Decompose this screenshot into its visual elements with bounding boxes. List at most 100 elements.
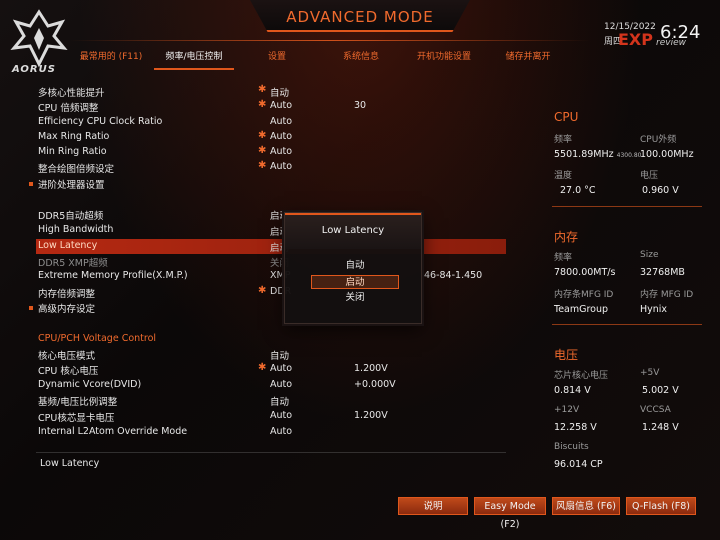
tab-boot[interactable]: 开机功能设置 bbox=[404, 48, 484, 70]
modified-star-icon: ✱ bbox=[258, 160, 267, 171]
memory-section-title: 内存 bbox=[554, 230, 579, 244]
mem-mfg2-value: Hynix bbox=[640, 304, 668, 315]
setting-label: CPU 倍频调整 bbox=[38, 103, 99, 114]
cpu-temp-label: 温度 bbox=[554, 171, 573, 181]
p5v-label: +5V bbox=[640, 368, 660, 378]
setting-row-ddr5-auto-oc[interactable]: DDR5自动超频 启动 bbox=[36, 207, 506, 222]
setting-row-max-ring[interactable]: Max Ring Ratio ✱ Auto bbox=[36, 130, 506, 145]
easy-mode-button[interactable]: Easy Mode (F2) bbox=[474, 497, 546, 530]
cpu-bclk-value: 100.00MHz bbox=[640, 149, 694, 160]
setting-label: DDR5自动超频 bbox=[38, 211, 104, 222]
low-latency-popup: Low Latency 自动 启动 关闭 bbox=[284, 212, 422, 324]
setting-row-advanced-mem[interactable]: 高级内存设定 bbox=[29, 300, 506, 315]
mem-size-value: 32768MB bbox=[640, 267, 685, 278]
setting-row-ecore-ratio[interactable]: Efficiency CPU Clock Ratio Auto bbox=[36, 115, 506, 130]
setting-value: Auto bbox=[270, 100, 293, 111]
submenu-bullet-icon bbox=[29, 306, 33, 310]
biscuits-value: 96.014 CP bbox=[554, 459, 603, 470]
setting-label: 内存倍频调整 bbox=[38, 289, 96, 300]
setting-current-value: 30 bbox=[354, 100, 367, 111]
setting-row-dvid[interactable]: Dynamic Vcore(DVID) Auto +0.000V bbox=[36, 378, 506, 393]
popup-title: Low Latency bbox=[321, 225, 385, 236]
tab-favorites[interactable]: 最常用的 (F11) bbox=[72, 48, 150, 70]
setting-row-ddr5-xmp-oc[interactable]: DDR5 XMP超频 关闭 bbox=[36, 254, 506, 269]
setting-label: 进阶处理器设置 bbox=[38, 180, 105, 191]
cpu-freq-value: 5501.89MHz 4300.80 bbox=[554, 149, 642, 160]
setting-label: 整合绘图倍频设定 bbox=[38, 164, 115, 175]
setting-row-igpu-voltage[interactable]: CPU核芯显卡电压 Auto 1.200V bbox=[36, 409, 506, 424]
panel-divider bbox=[552, 324, 702, 325]
setting-label: Extreme Memory Profile(X.M.P.) bbox=[38, 270, 188, 281]
setting-row-min-ring[interactable]: Min Ring Ratio ✱ Auto bbox=[36, 145, 506, 160]
popup-option-auto[interactable]: 自动 bbox=[311, 259, 399, 273]
help-button[interactable]: 说明 bbox=[398, 497, 468, 515]
modified-star-icon: ✱ bbox=[258, 362, 267, 373]
p12v-value: 12.258 V bbox=[554, 422, 597, 433]
vccsa-label: VCCSA bbox=[640, 405, 671, 415]
setting-row-l2atom-override[interactable]: Internal L2Atom Override Mode Auto bbox=[36, 425, 506, 440]
setting-label: CPU核芯显卡电压 bbox=[38, 413, 115, 424]
popup-option-enabled[interactable]: 启动 bbox=[311, 275, 399, 289]
tab-system-info[interactable]: 系统信息 bbox=[322, 48, 400, 70]
modified-star-icon: ✱ bbox=[258, 99, 267, 110]
setting-value: Auto bbox=[270, 363, 293, 374]
setting-row-cpu-ratio[interactable]: CPU 倍频调整 ✱ Auto 30 bbox=[36, 99, 506, 114]
tab-settings[interactable]: 设置 bbox=[238, 48, 316, 70]
setting-row-advanced-cpu[interactable]: 进阶处理器设置 bbox=[29, 176, 506, 191]
setting-label: Dynamic Vcore(DVID) bbox=[38, 379, 142, 390]
tab-tweaker[interactable]: 频率/电压控制 bbox=[154, 48, 234, 70]
setting-value: Auto bbox=[270, 131, 293, 142]
setting-value: 自动 bbox=[270, 351, 290, 362]
popup-option-disabled[interactable]: 关闭 bbox=[311, 291, 399, 305]
header-divider bbox=[70, 40, 590, 41]
panel-divider bbox=[552, 206, 702, 207]
section-title-voltage: CPU/PCH Voltage Control bbox=[38, 333, 157, 344]
setting-current-value: 1.200V bbox=[354, 410, 388, 421]
setting-row-xmp-profile[interactable]: Extreme Memory Profile(X.M.P.) XMP 46-84… bbox=[36, 269, 506, 284]
watermark-logo: EXP bbox=[618, 30, 653, 49]
submenu-bullet-icon bbox=[29, 182, 33, 186]
p12v-label: +12V bbox=[554, 405, 580, 415]
qflash-button[interactable]: Q-Flash (F8) bbox=[626, 497, 696, 515]
setting-row-igpu-ratio[interactable]: 整合绘图倍频设定 ✱ Auto bbox=[36, 160, 506, 175]
p5v-value: 5.002 V bbox=[642, 385, 679, 396]
setting-value: Auto bbox=[270, 146, 293, 157]
modified-star-icon: ✱ bbox=[258, 145, 267, 156]
setting-label: Min Ring Ratio bbox=[38, 146, 107, 157]
setting-label: 核心电压模式 bbox=[38, 351, 96, 362]
modified-star-icon: ✱ bbox=[258, 130, 267, 141]
cpu-section-title: CPU bbox=[554, 110, 579, 124]
cpu-temp-value: 27.0 °C bbox=[560, 185, 596, 196]
biscuits-label: Biscuits bbox=[554, 442, 589, 452]
setting-label: High Bandwidth bbox=[38, 224, 114, 235]
setting-current-value: 1.200V bbox=[354, 363, 388, 374]
setting-value: Auto bbox=[270, 379, 293, 390]
setting-current-value: +0.000V bbox=[354, 379, 396, 390]
setting-label: CPU 核心电压 bbox=[38, 366, 99, 377]
vcore-value: 0.814 V bbox=[554, 385, 591, 396]
setting-row-vcore-mode[interactable]: 核心电压模式 自动 bbox=[36, 347, 506, 362]
header: AORUS ADVANCED MODE 最常用的 (F11) 频率/电压控制 设… bbox=[0, 0, 720, 80]
setting-row-low-latency[interactable]: Low Latency 启动 bbox=[36, 239, 506, 254]
setting-row-bclk-volt-ratio[interactable]: 基频/电压比例调整 自动 bbox=[36, 393, 506, 408]
tab-save-exit[interactable]: 储存并离开 bbox=[488, 48, 568, 70]
setting-label: DDR5 XMP超频 bbox=[38, 258, 108, 269]
vcore-label: 芯片核心电压 bbox=[554, 371, 609, 381]
setting-label: 多核心性能提升 bbox=[38, 88, 105, 99]
setting-value: Auto bbox=[270, 426, 293, 437]
setting-label: 高级内存设定 bbox=[38, 304, 96, 315]
setting-row-mem-ratio[interactable]: 内存倍频调整 ✱ DDR bbox=[36, 285, 506, 300]
mem-mfg2-label: 内存 MFG ID bbox=[640, 290, 694, 300]
vccsa-value: 1.248 V bbox=[642, 422, 679, 433]
voltage-section-title: 电压 bbox=[554, 348, 579, 362]
setting-value: Auto bbox=[270, 161, 293, 172]
setting-label: 基频/电压比例调整 bbox=[38, 397, 118, 408]
cpu-volt-value: 0.960 V bbox=[642, 185, 679, 196]
setting-row-cpu-vcore[interactable]: CPU 核心电压 ✱ Auto 1.200V bbox=[36, 362, 506, 377]
setting-row-high-bandwidth[interactable]: High Bandwidth 启动 bbox=[36, 223, 506, 238]
fan-info-button[interactable]: 风扇信息 (F6) bbox=[552, 497, 620, 515]
setting-current-value: 46-84-1.450 bbox=[424, 270, 483, 281]
cpu-volt-label: 电压 bbox=[640, 171, 659, 181]
setting-row-multicore[interactable]: 多核心性能提升 ✱ 自动 bbox=[36, 84, 506, 99]
setting-label: Low Latency bbox=[38, 240, 98, 251]
